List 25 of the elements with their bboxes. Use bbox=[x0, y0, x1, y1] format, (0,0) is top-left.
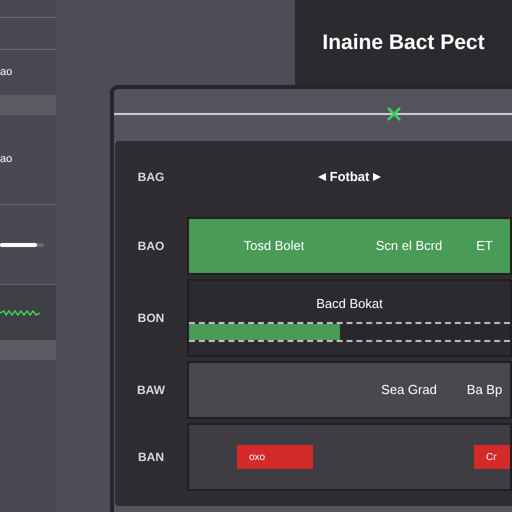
row-label: BAO bbox=[136, 238, 166, 255]
row-label: BAW bbox=[136, 382, 166, 399]
row-label: BON bbox=[136, 310, 166, 327]
right-arrow-icon[interactable] bbox=[373, 173, 382, 181]
table-cell-text: Tosd Bolet bbox=[242, 237, 306, 256]
table-cell-text: ET bbox=[475, 237, 494, 256]
table-cell-text: Bacd Bokat bbox=[316, 295, 383, 314]
app-title: Inaine Bact Pect bbox=[322, 30, 485, 56]
left-arrow-icon[interactable] bbox=[318, 173, 326, 181]
table-cell-text: Sea Grad bbox=[380, 381, 438, 400]
slider[interactable] bbox=[0, 242, 44, 246]
row-label: BAN bbox=[137, 449, 165, 466]
table-cell-text: Ba Bp bbox=[466, 381, 504, 400]
action-button[interactable]: Cr bbox=[474, 445, 510, 469]
sidebar-bar bbox=[0, 340, 56, 360]
table-row[interactable]: Tosd Bolet Scn el Bcrd ET bbox=[187, 217, 512, 275]
waveform-drawing bbox=[0, 310, 40, 316]
close-icon[interactable] bbox=[386, 106, 402, 122]
table-row[interactable]: Sea Grad Ba Bp bbox=[187, 361, 512, 419]
sidebar-label: ao bbox=[0, 65, 12, 80]
action-button[interactable]: oxo bbox=[237, 445, 313, 469]
header-title: Fotbat bbox=[330, 168, 370, 186]
row-label: BAG bbox=[136, 169, 166, 186]
table-cell-text: Scn el Bcrd bbox=[374, 237, 444, 256]
sidebar-label: ao bbox=[0, 152, 12, 168]
